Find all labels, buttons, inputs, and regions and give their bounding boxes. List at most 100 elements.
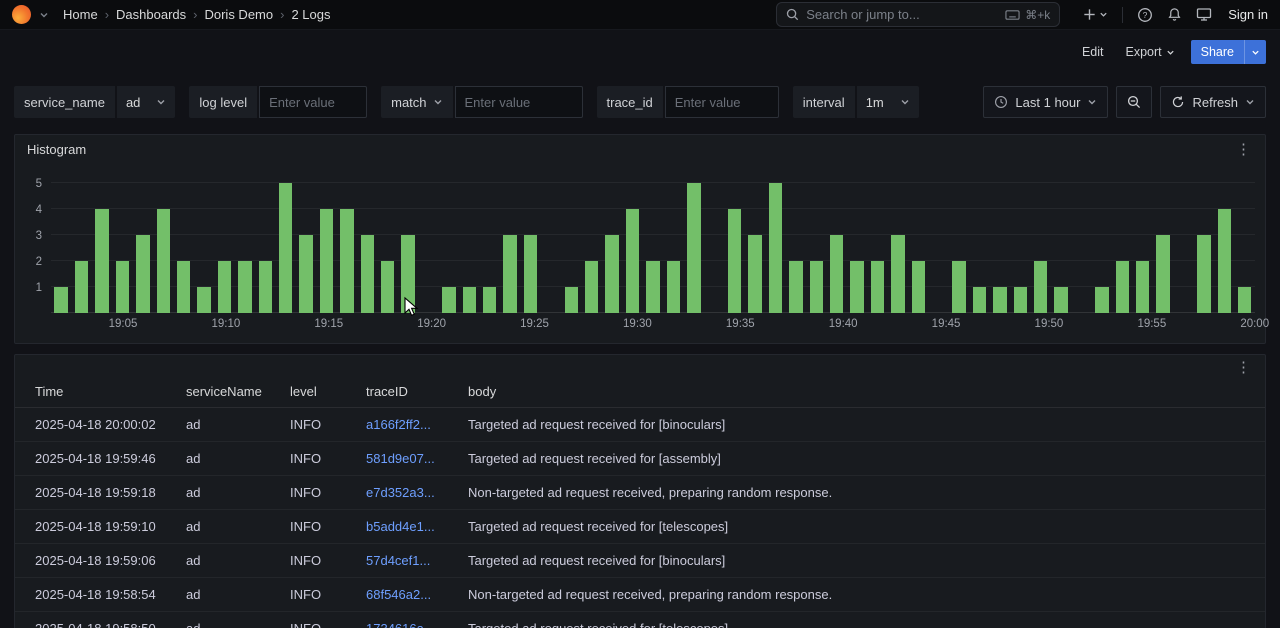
histogram-bar[interactable] — [95, 209, 108, 313]
histogram-bar[interactable] — [442, 287, 455, 313]
histogram-bar[interactable] — [197, 287, 210, 313]
trace-id-link[interactable]: 581d9e07... — [366, 451, 435, 466]
histogram-bar[interactable] — [912, 261, 925, 313]
histogram-bar[interactable] — [361, 235, 374, 313]
histogram-bar[interactable] — [503, 235, 516, 313]
histogram-bar[interactable] — [483, 287, 496, 313]
notifications-button[interactable] — [1167, 7, 1182, 22]
match-input[interactable] — [455, 86, 583, 118]
histogram-bar[interactable] — [605, 235, 618, 313]
panel-menu-icon[interactable]: ⋮ — [1234, 360, 1253, 375]
bar-slot — [582, 165, 602, 313]
trace-id-link[interactable]: 1734616a... — [366, 621, 435, 628]
histogram-bar[interactable] — [401, 235, 414, 313]
trace-id-input[interactable] — [665, 86, 779, 118]
histogram-bar[interactable] — [524, 235, 537, 313]
histogram-bar[interactable] — [993, 287, 1006, 313]
histogram-bar[interactable] — [54, 287, 67, 313]
histogram-bar[interactable] — [973, 287, 986, 313]
histogram-bar[interactable] — [116, 261, 129, 313]
histogram-bar[interactable] — [320, 209, 333, 313]
panel-menu-icon[interactable]: ⋮ — [1234, 142, 1253, 157]
column-header-traceid[interactable]: traceID — [360, 377, 462, 407]
histogram-bar[interactable] — [157, 209, 170, 313]
interval-select[interactable]: 1m — [857, 86, 919, 118]
breadcrumb-doris-demo[interactable]: Doris Demo — [204, 7, 273, 22]
trace-id-link[interactable]: 57d4cef1... — [366, 553, 430, 568]
add-button[interactable] — [1082, 7, 1108, 22]
histogram-bar[interactable] — [136, 235, 149, 313]
zoom-out-button[interactable] — [1116, 86, 1152, 118]
histogram-bar[interactable] — [1095, 287, 1108, 313]
column-header-body[interactable]: body — [462, 377, 1265, 407]
share-button[interactable]: Share — [1191, 40, 1244, 64]
match-label[interactable]: match — [381, 86, 452, 118]
histogram-bar[interactable] — [1054, 287, 1067, 313]
column-header-level[interactable]: level — [284, 377, 360, 407]
histogram-bar[interactable] — [565, 287, 578, 313]
help-button[interactable]: ? — [1137, 7, 1153, 23]
bar-slot — [969, 165, 989, 313]
histogram-bar[interactable] — [75, 261, 88, 313]
histogram-bar[interactable] — [871, 261, 884, 313]
cell-level: INFO — [284, 543, 360, 577]
histogram-bar[interactable] — [463, 287, 476, 313]
histogram-bar[interactable] — [1034, 261, 1047, 313]
histogram-bar[interactable] — [728, 209, 741, 313]
trace-id-link[interactable]: a166f2ff2... — [366, 417, 431, 432]
grafana-logo[interactable] — [12, 5, 31, 24]
bar-slot — [296, 165, 316, 313]
export-button[interactable]: Export — [1120, 40, 1181, 64]
histogram-bar[interactable] — [1116, 261, 1129, 313]
histogram-bar[interactable] — [626, 209, 639, 313]
edit-button[interactable]: Edit — [1076, 40, 1110, 64]
tv-mode-button[interactable] — [1196, 7, 1212, 22]
sign-in-button[interactable]: Sign in — [1228, 7, 1268, 22]
histogram-bar[interactable] — [1238, 287, 1251, 313]
share-menu-button[interactable] — [1244, 40, 1266, 64]
histogram-bar[interactable] — [340, 209, 353, 313]
service-name-select[interactable]: ad — [117, 86, 175, 118]
refresh-button[interactable]: Refresh — [1160, 86, 1266, 118]
search-input[interactable]: Search or jump to... ⌘+k — [776, 2, 1060, 27]
histogram-bar[interactable] — [830, 235, 843, 313]
histogram-bar[interactable] — [952, 261, 965, 313]
table-row: 2025-04-18 19:59:06adINFO57d4cef1...Targ… — [15, 543, 1265, 577]
histogram-bar[interactable] — [667, 261, 680, 313]
histogram-bar[interactable] — [891, 235, 904, 313]
histogram-bar[interactable] — [238, 261, 251, 313]
histogram-bar[interactable] — [748, 235, 761, 313]
histogram-bar[interactable] — [789, 261, 802, 313]
breadcrumb-dashboards[interactable]: Dashboards — [116, 7, 186, 22]
histogram-bar[interactable] — [1218, 209, 1231, 313]
histogram-bar[interactable] — [646, 261, 659, 313]
histogram-bar[interactable] — [850, 261, 863, 313]
trace-id-link[interactable]: 68f546a2... — [366, 587, 431, 602]
histogram-bar[interactable] — [381, 261, 394, 313]
histogram-bar[interactable] — [177, 261, 190, 313]
histogram-bar[interactable] — [769, 183, 782, 313]
trace-id-link[interactable]: b5add4e1... — [366, 519, 435, 534]
histogram-bar[interactable] — [585, 261, 598, 313]
bar-slot — [378, 165, 398, 313]
histogram-bar[interactable] — [1197, 235, 1210, 313]
histogram-bar[interactable] — [218, 261, 231, 313]
time-range-picker[interactable]: Last 1 hour — [983, 86, 1108, 118]
breadcrumb-current[interactable]: 2 Logs — [291, 7, 330, 22]
bar-slot — [1153, 165, 1173, 313]
log-level-input[interactable] — [259, 86, 367, 118]
column-header-servicename[interactable]: serviceName — [180, 377, 284, 407]
breadcrumb-home[interactable]: Home — [63, 7, 98, 22]
histogram-bar[interactable] — [259, 261, 272, 313]
histogram-bar[interactable] — [1014, 287, 1027, 313]
histogram-bar[interactable] — [810, 261, 823, 313]
histogram-bar[interactable] — [1136, 261, 1149, 313]
histogram-bar[interactable] — [1156, 235, 1169, 313]
chevron-down-icon[interactable] — [39, 10, 49, 20]
chevron-down-icon — [433, 97, 443, 107]
trace-id-link[interactable]: e7d352a3... — [366, 485, 435, 500]
histogram-bar[interactable] — [279, 183, 292, 313]
histogram-bar[interactable] — [299, 235, 312, 313]
column-header-time[interactable]: Time — [15, 377, 180, 407]
histogram-bar[interactable] — [687, 183, 700, 313]
